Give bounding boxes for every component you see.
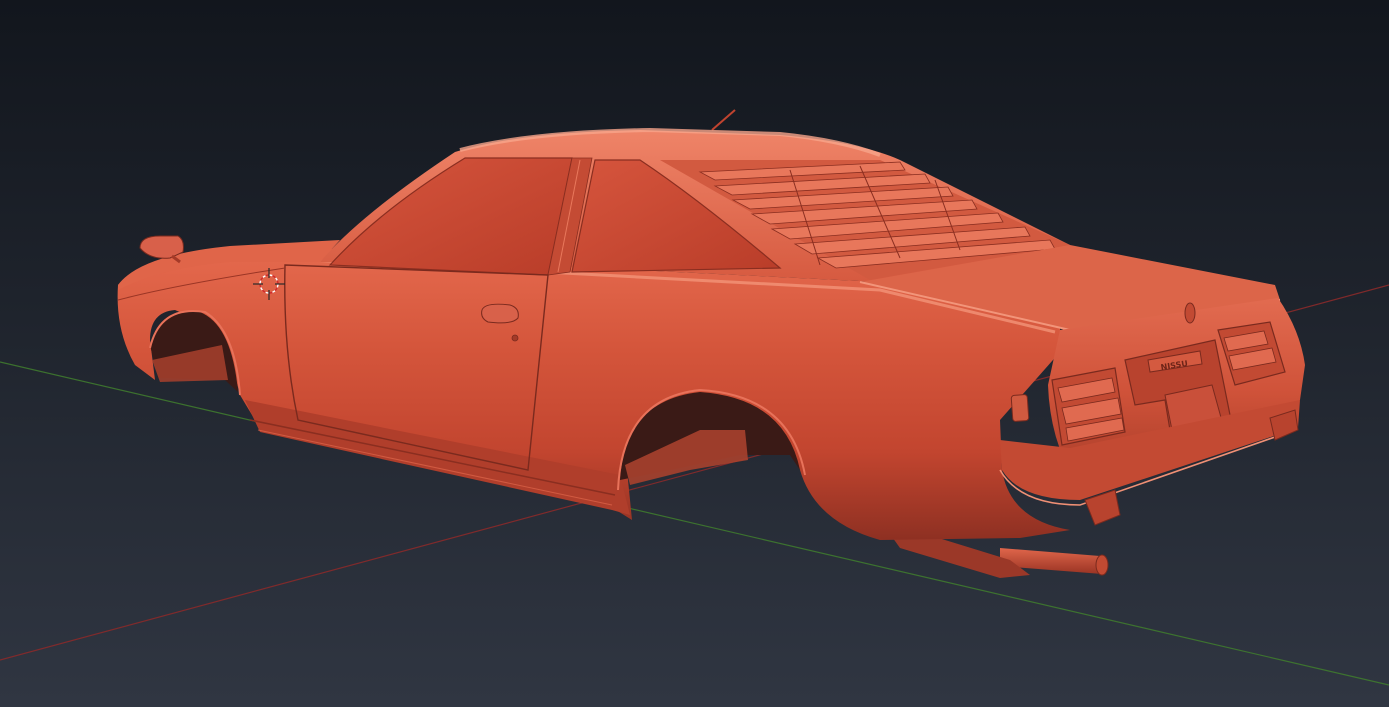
viewport-canvas[interactable]: NISSU xyxy=(0,0,1389,707)
exhaust-tip xyxy=(1095,554,1109,576)
door-handle xyxy=(481,303,519,324)
rear-emblem xyxy=(1184,302,1196,324)
3d-viewport[interactable]: NISSU xyxy=(0,0,1389,707)
door-lock xyxy=(511,334,519,342)
side-marker xyxy=(1010,394,1030,422)
taillight-left xyxy=(1051,367,1126,446)
